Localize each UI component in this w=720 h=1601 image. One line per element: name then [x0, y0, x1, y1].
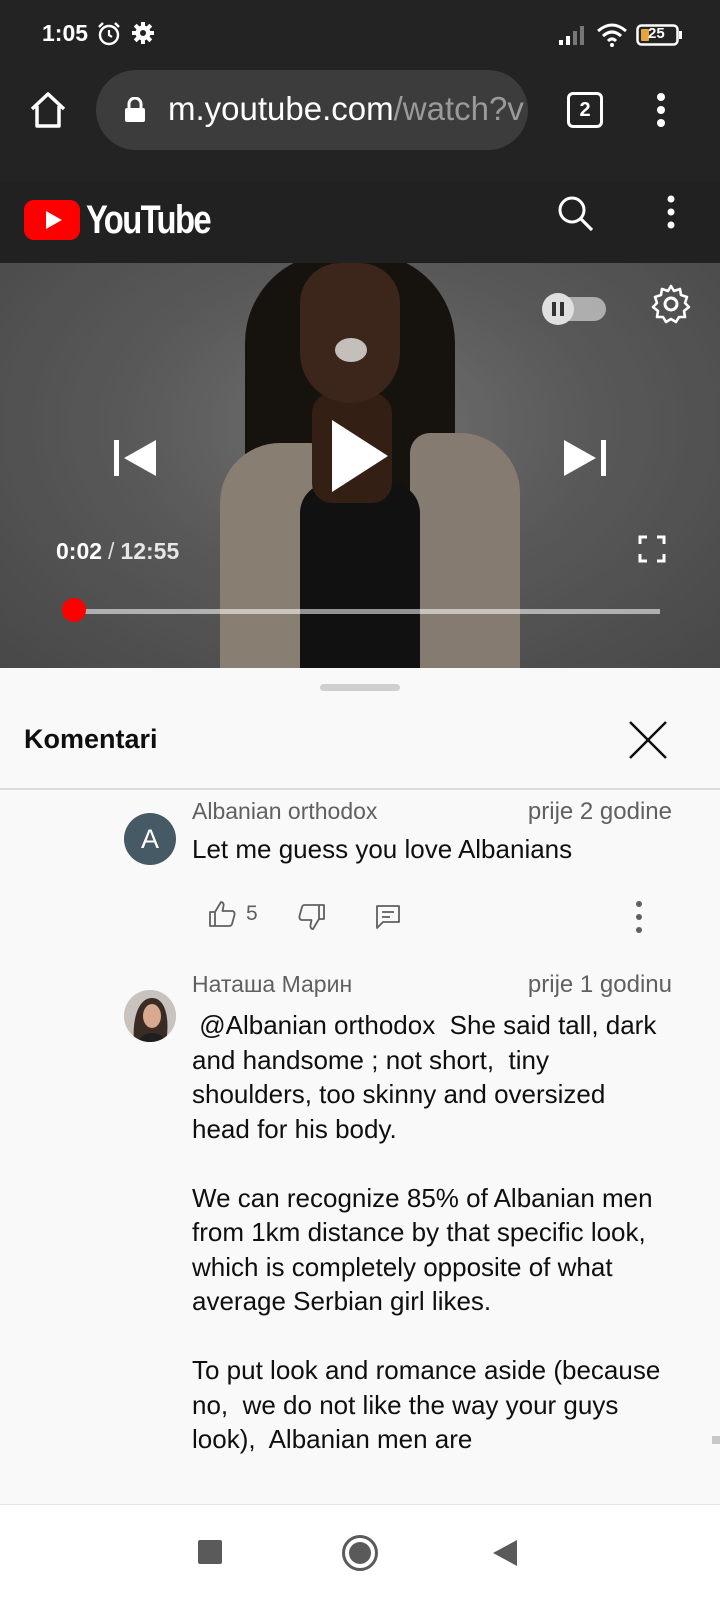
reply-icon[interactable]: [375, 904, 401, 935]
home-icon[interactable]: [28, 90, 68, 135]
wifi-icon: [596, 22, 628, 53]
back-triangle-icon[interactable]: [492, 1539, 518, 1572]
comment-menu-icon[interactable]: [634, 900, 644, 939]
home-circle-icon[interactable]: [341, 1534, 379, 1577]
like-icon[interactable]: [208, 900, 236, 933]
youtube-header: YouTube: [0, 182, 720, 263]
youtube-logo-text: YouTube: [86, 198, 212, 242]
divider: [0, 788, 720, 790]
url-text: m.youtube.com/watch?v: [168, 90, 524, 128]
url-domain: m.youtube.com: [168, 90, 394, 127]
status-bar: 1:05 25: [0, 0, 720, 70]
time-display: 0:02/12:55: [56, 538, 179, 565]
time-separator: /: [108, 538, 115, 564]
url-bar[interactable]: m.youtube.com/watch?v: [96, 70, 528, 150]
settings-icon[interactable]: [650, 283, 692, 330]
browser-toolbar: m.youtube.com/watch?v 2: [0, 70, 720, 182]
tabs-icon[interactable]: 2: [567, 92, 603, 128]
play-icon[interactable]: [330, 418, 390, 499]
comment-paragraph: @Albanian orthodox She said tall, dark a…: [192, 1010, 664, 1144]
autoplay-toggle-icon[interactable]: [538, 291, 610, 325]
avatar[interactable]: A: [124, 813, 176, 865]
fullscreen-icon[interactable]: [638, 535, 666, 568]
progress-scrubber[interactable]: [61, 598, 86, 622]
battery-level: 25: [648, 25, 665, 42]
comment-date: prije 1 godinu: [527, 971, 672, 998]
youtube-logo[interactable]: YouTube: [24, 192, 224, 252]
duration: 12:55: [120, 538, 180, 564]
drag-handle[interactable]: [320, 684, 400, 691]
comment-text: @Albanian orthodox She said tall, dark a…: [192, 1008, 662, 1457]
progress-bar[interactable]: [72, 609, 660, 614]
comment-paragraph: We can recognize 85% of Albanian men fro…: [192, 1182, 661, 1317]
scrollbar[interactable]: [712, 1436, 720, 1444]
recents-square-icon[interactable]: [197, 1539, 223, 1570]
video-player[interactable]: 0:02/12:55: [0, 263, 720, 668]
alarm-icon: [96, 21, 122, 52]
more-vert-icon[interactable]: [665, 194, 677, 235]
menu-dots-icon[interactable]: [654, 92, 668, 133]
comment-date: prije 2 godine: [527, 798, 672, 825]
dislike-icon[interactable]: [298, 903, 326, 936]
url-path: /watch?v: [393, 90, 524, 127]
previous-icon[interactable]: [112, 438, 158, 483]
status-time: 1:05: [42, 20, 89, 46]
search-icon[interactable]: [556, 194, 596, 239]
comment-author[interactable]: Наташа Марин: [192, 971, 352, 998]
avatar[interactable]: [124, 990, 176, 1042]
comments-title: Komentari: [24, 724, 158, 754]
settings-gear-icon: [131, 21, 155, 50]
comment-text: Let me guess you love Albanians: [192, 834, 573, 864]
youtube-play-logo-icon: [24, 200, 80, 240]
battery-icon: 25: [636, 24, 684, 51]
current-time: 0:02: [56, 538, 103, 564]
system-nav-bar: [0, 1504, 720, 1601]
next-icon[interactable]: [562, 438, 608, 483]
signal-icon: [558, 24, 586, 51]
tab-count: 2: [579, 99, 591, 121]
comment-author[interactable]: Albanian orthodox: [192, 798, 377, 825]
like-count: 5: [246, 902, 258, 925]
comments-panel: Komentari A Albanian orthodox prije 2 go…: [0, 668, 720, 1504]
close-icon[interactable]: [626, 718, 670, 762]
comment-paragraph: To put look and romance aside (because n…: [192, 1355, 668, 1454]
lock-icon: [124, 96, 146, 128]
